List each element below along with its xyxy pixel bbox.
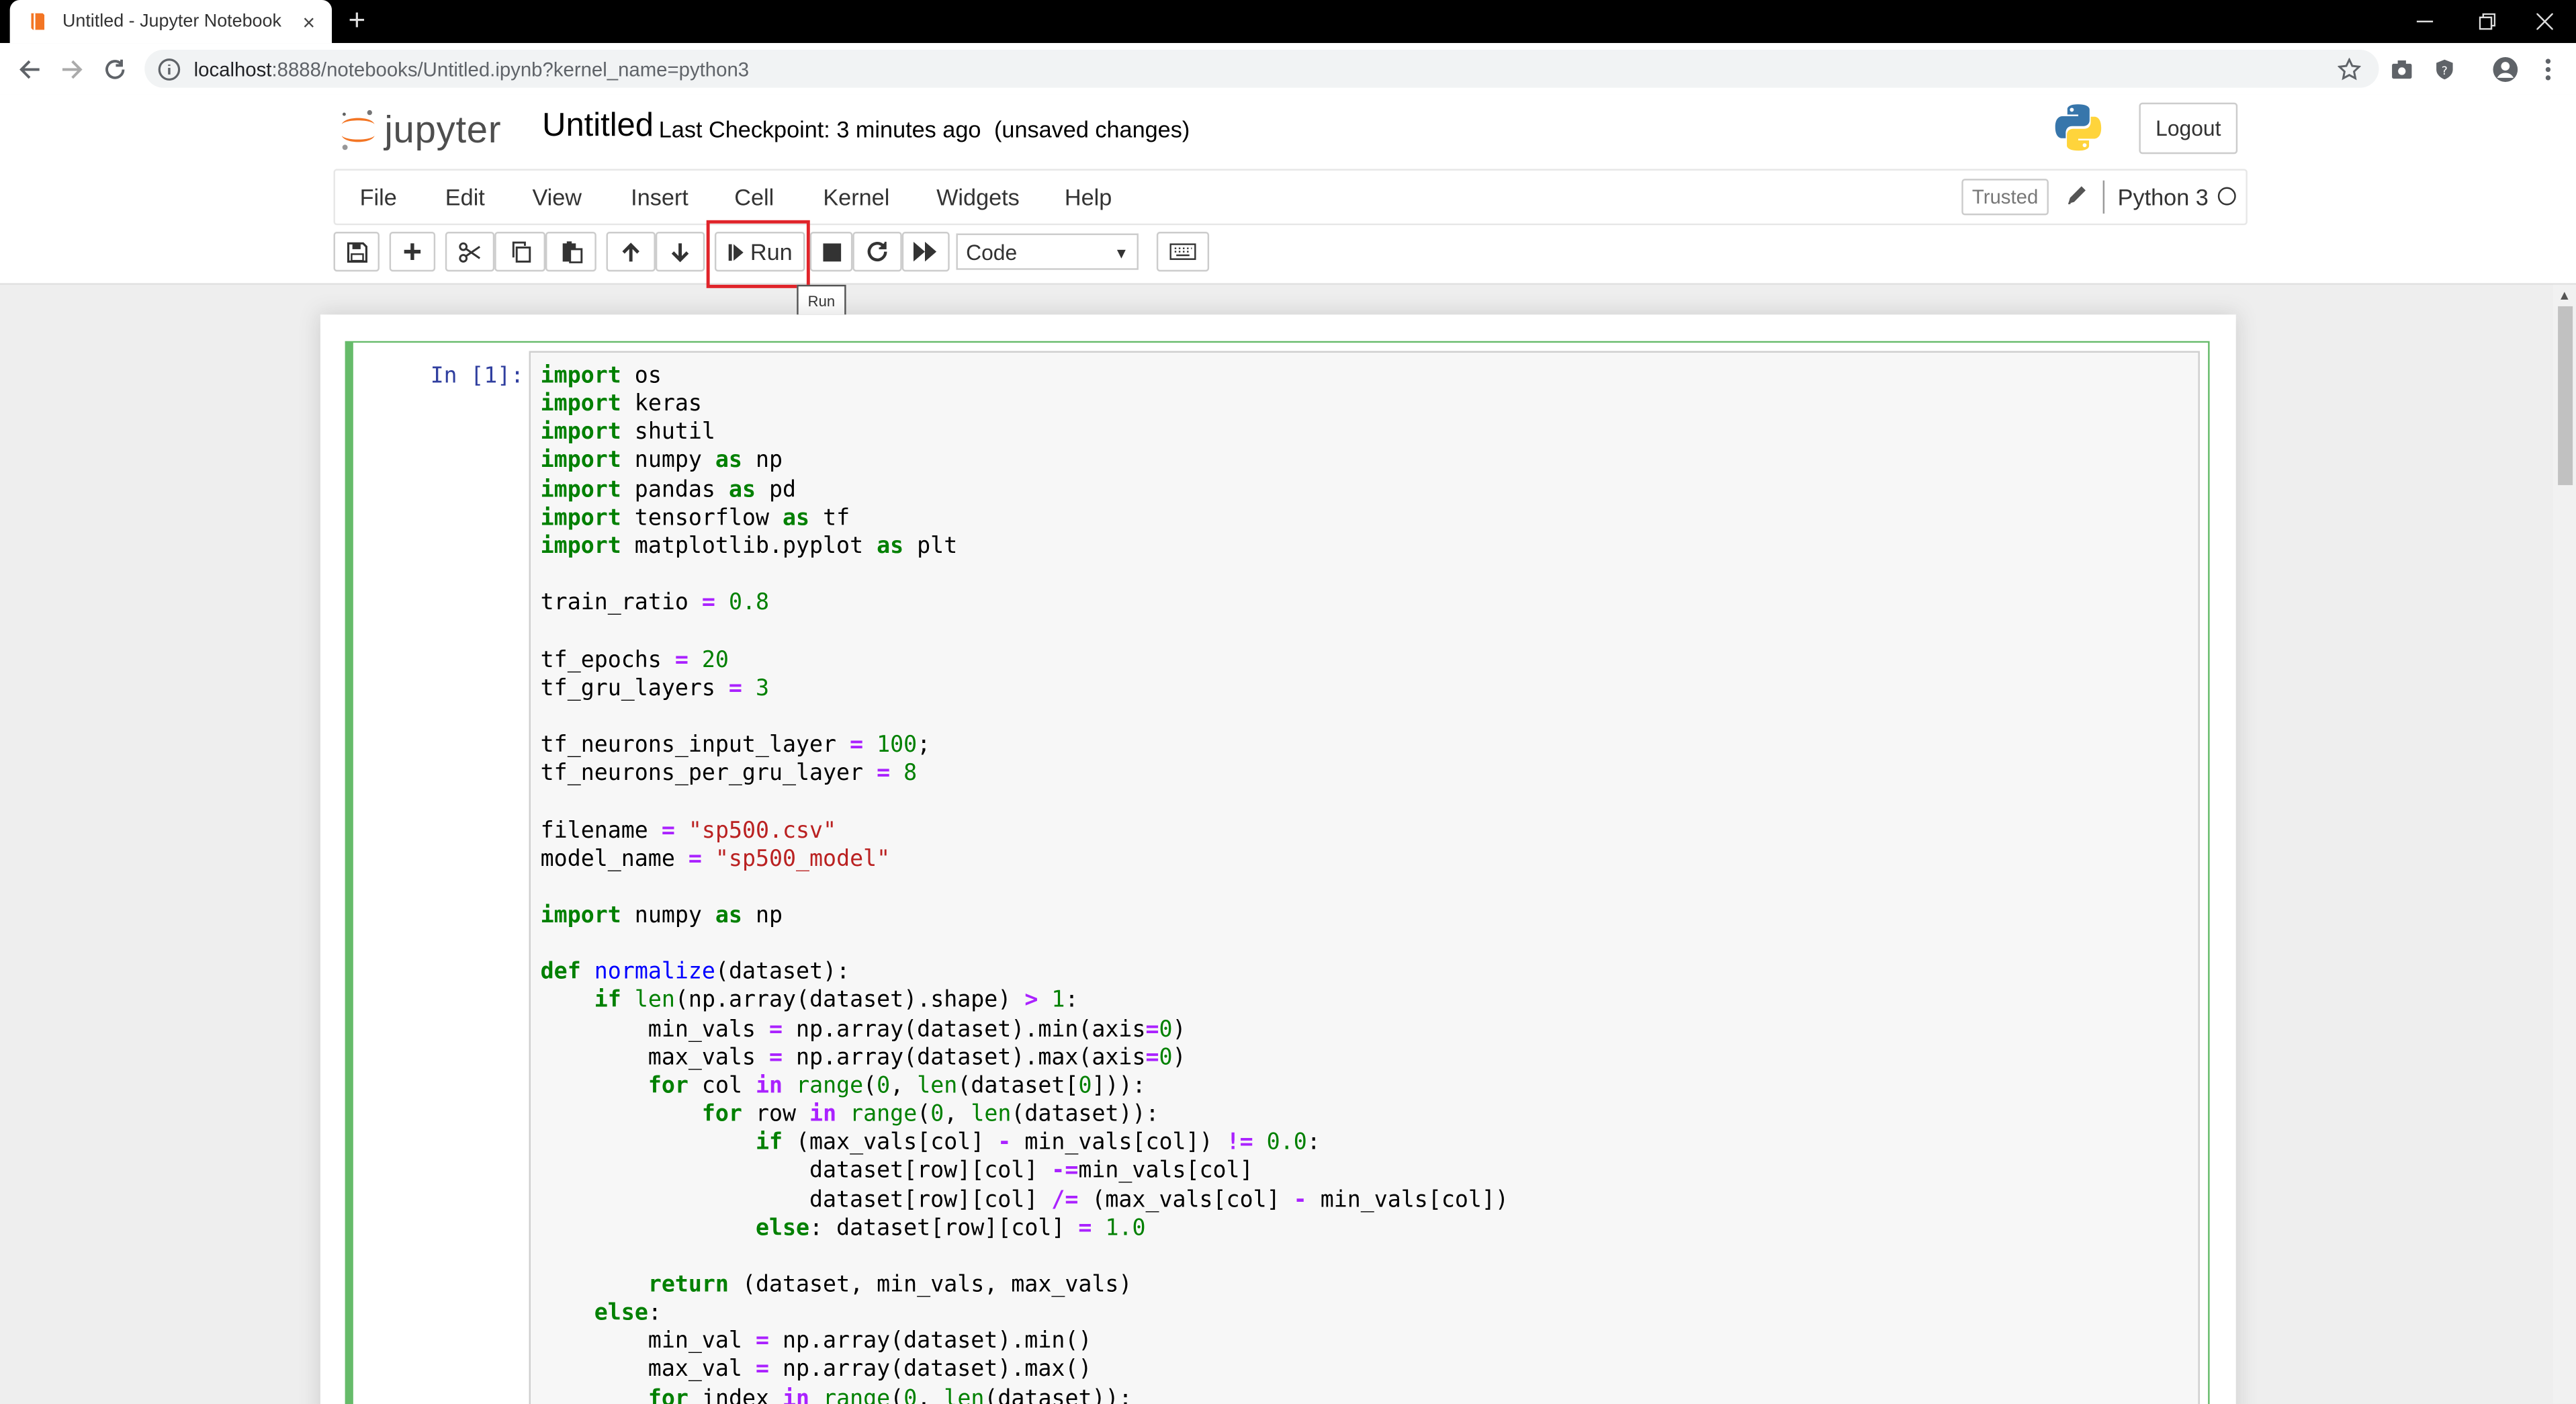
command-palette-button[interactable] bbox=[1156, 232, 1210, 272]
restore-icon[interactable] bbox=[2456, 0, 2518, 43]
arrow-down-icon bbox=[671, 243, 689, 262]
kernel-separator bbox=[2102, 180, 2105, 214]
scrollbar-thumb[interactable] bbox=[2558, 306, 2573, 486]
checkpoint-status: Last Checkpoint: 3 minutes ago (unsaved c… bbox=[659, 116, 1190, 142]
plus-icon bbox=[404, 243, 421, 260]
close-window-icon[interactable] bbox=[2514, 0, 2576, 43]
code-content: import os import keras import shutil imp… bbox=[540, 362, 1509, 1404]
restart-button[interactable] bbox=[852, 232, 902, 272]
tab-title: Untitled - Jupyter Notebook bbox=[62, 11, 281, 32]
browser-menu-icon[interactable] bbox=[2533, 54, 2563, 84]
fast-forward-icon bbox=[913, 241, 937, 262]
python-logo-icon bbox=[2055, 104, 2102, 151]
scroll-up-icon[interactable]: ▲ bbox=[2558, 288, 2571, 303]
cell-type-select[interactable]: Code ▼ bbox=[956, 233, 1139, 270]
jupyter-logo-text: jupyter bbox=[384, 106, 502, 150]
bookmark-star-icon[interactable] bbox=[2334, 54, 2364, 84]
url-text: localhost:8888/notebooks/Untitled.ipynb?… bbox=[194, 57, 749, 81]
back-icon[interactable] bbox=[13, 53, 46, 86]
cell-prompt: In [1]: bbox=[430, 362, 524, 390]
cell-type-value: Code bbox=[966, 239, 1018, 265]
run-tooltip: Run bbox=[797, 284, 846, 316]
tab-strip: Untitled - Jupyter Notebook × + bbox=[0, 0, 2576, 44]
browser-window: Untitled - Jupyter Notebook × + localhos… bbox=[0, 0, 2576, 1404]
kernel-name[interactable]: Python 3 bbox=[2118, 184, 2209, 210]
run-button-highlight bbox=[706, 220, 810, 288]
jupyter-header: jupyter Untitled Last Checkpoint: 3 minu… bbox=[0, 94, 2576, 167]
minimize-icon[interactable] bbox=[2394, 0, 2456, 43]
menubar: File Edit View Insert Cell Kernel Widget… bbox=[333, 169, 2248, 226]
menu-help[interactable]: Help bbox=[1065, 184, 1112, 210]
kernel-idle-indicator-icon bbox=[2217, 187, 2236, 206]
menu-kernel[interactable]: Kernel bbox=[823, 184, 889, 210]
url-host: localhost bbox=[193, 57, 272, 81]
scissors-icon bbox=[459, 241, 481, 262]
stop-icon bbox=[822, 243, 841, 261]
menubar-container: File Edit View Insert Cell Kernel Widget… bbox=[0, 167, 2576, 285]
restart-icon bbox=[867, 241, 887, 262]
camera-extension-icon[interactable] bbox=[2387, 54, 2417, 84]
jupyter-logo-icon bbox=[341, 109, 375, 150]
menu-edit[interactable]: Edit bbox=[445, 184, 485, 210]
copy-icon bbox=[511, 241, 531, 263]
new-tab-button[interactable]: + bbox=[349, 5, 366, 34]
move-up-button[interactable] bbox=[606, 232, 656, 272]
save-icon bbox=[346, 241, 367, 262]
interrupt-button[interactable] bbox=[809, 232, 853, 272]
arrow-up-icon bbox=[622, 242, 639, 261]
checkpoint-text: Last Checkpoint: 3 minutes ago bbox=[658, 116, 981, 142]
paste-button[interactable] bbox=[545, 232, 596, 272]
menu-file[interactable]: File bbox=[360, 184, 397, 210]
account-icon[interactable] bbox=[2491, 54, 2520, 84]
url-input[interactable]: localhost:8888/notebooks/Untitled.ipynb?… bbox=[144, 49, 2379, 88]
notebook-favicon-icon bbox=[30, 11, 46, 32]
menu-cell[interactable]: Cell bbox=[734, 184, 774, 210]
caret-down-icon: ▼ bbox=[1114, 245, 1129, 262]
code-editor[interactable]: import os import keras import shutil imp… bbox=[529, 351, 2200, 1404]
menu-widgets[interactable]: Widgets bbox=[936, 184, 1020, 210]
move-down-button[interactable] bbox=[655, 232, 705, 272]
jupyter-logo[interactable]: jupyter bbox=[339, 104, 501, 154]
forward-icon[interactable] bbox=[56, 53, 89, 86]
svg-text:?: ? bbox=[2442, 64, 2448, 78]
notebook-name[interactable]: Untitled bbox=[542, 107, 654, 146]
address-bar: localhost:8888/notebooks/Untitled.ipynb?… bbox=[0, 43, 2576, 96]
paste-icon bbox=[562, 241, 582, 263]
copy-button[interactable] bbox=[494, 232, 546, 272]
menu-insert[interactable]: Insert bbox=[631, 184, 689, 210]
tab-jupyter[interactable]: Untitled - Jupyter Notebook × bbox=[9, 0, 332, 44]
trusted-indicator[interactable]: Trusted bbox=[1961, 179, 2049, 216]
tab-close-icon[interactable]: × bbox=[296, 9, 322, 34]
info-icon[interactable] bbox=[158, 57, 181, 81]
save-button[interactable] bbox=[333, 232, 380, 272]
unsaved-changes-text: (unsaved changes) bbox=[994, 116, 1190, 142]
keyboard-icon bbox=[1169, 243, 1196, 260]
insert-cell-button[interactable] bbox=[389, 232, 436, 272]
restart-run-all-button[interactable] bbox=[901, 232, 950, 272]
shield-extension-icon[interactable]: ? bbox=[2430, 54, 2459, 84]
url-path: :8888/notebooks/Untitled.ipynb?kernel_na… bbox=[271, 57, 750, 81]
reload-icon[interactable] bbox=[99, 53, 132, 86]
menu-view[interactable]: View bbox=[532, 184, 582, 210]
pencil-icon[interactable] bbox=[2065, 184, 2088, 208]
cut-button[interactable] bbox=[445, 232, 495, 272]
logout-button[interactable]: Logout bbox=[2139, 102, 2238, 155]
